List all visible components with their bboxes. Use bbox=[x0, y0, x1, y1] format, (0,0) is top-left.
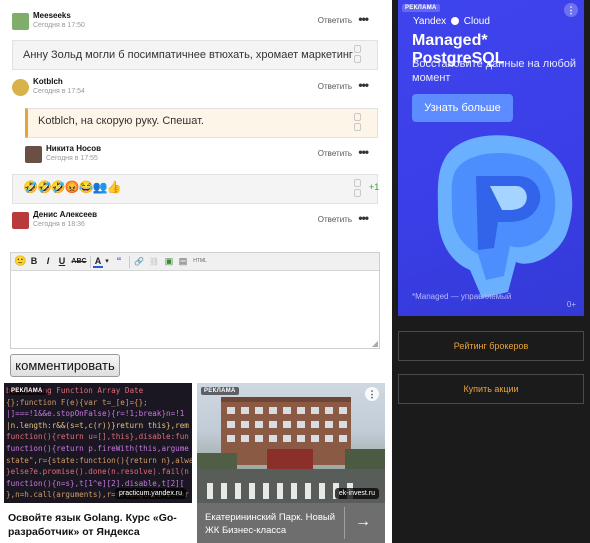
buy-stocks-button[interactable]: Купить акции bbox=[398, 374, 584, 404]
brand-name-suffix: Cloud bbox=[463, 16, 490, 27]
upvote-icon[interactable] bbox=[354, 45, 361, 53]
comment-meta: Денис Алексеев Сегодня в 18:36 Ответить … bbox=[12, 209, 378, 235]
reply-link[interactable]: Ответить bbox=[318, 16, 352, 25]
yandex-cloud-logo: Yandex Cloud bbox=[413, 16, 490, 27]
ad-menu-icon[interactable]: ⋮ bbox=[365, 387, 379, 401]
avatar[interactable] bbox=[12, 212, 29, 229]
vote-buttons bbox=[354, 179, 363, 199]
bold-button[interactable]: B bbox=[29, 255, 39, 268]
ad-card-golang[interactable]: ber String Function Array Date {};functio… bbox=[4, 383, 192, 543]
underline-button[interactable]: U bbox=[57, 255, 67, 268]
code-line: function(){return p.fireWith(this,argume bbox=[6, 443, 189, 453]
strikethrough-button[interactable]: ABC bbox=[71, 255, 87, 268]
more-options-icon[interactable]: ••• bbox=[358, 145, 369, 159]
comment-text: Анну Зольд могли б посимпатичнее втюхать… bbox=[23, 49, 353, 61]
link-icon[interactable]: 🔗 bbox=[133, 255, 145, 268]
code-line: {};function F(e){var t=_[e]={}; bbox=[6, 397, 148, 407]
ad-title: Освойте язык Golang. Курс «Go-разработчи… bbox=[8, 512, 177, 538]
comment-editor: 🙂 B I U ABC A ▾ “ 🔗 ⛓ ▣ ▤ HTML ◢ bbox=[10, 252, 380, 349]
ad-label: РЕКЛАМА bbox=[402, 4, 440, 12]
comments-column: Meeseeks Сегодня в 17:50 Ответить ••• Ан… bbox=[0, 0, 392, 543]
comment-author[interactable]: Meeseeks bbox=[33, 11, 71, 20]
code-line: }else?e.promise().done(n.resolve).fail(n bbox=[6, 467, 189, 477]
broker-rating-button[interactable]: Рейтинг брокеров bbox=[398, 331, 584, 361]
arrow-right-icon[interactable]: → bbox=[355, 513, 371, 531]
sidebar: РЕКЛАМА ⋮ Yandex Cloud Managed* PostgreS… bbox=[392, 0, 590, 543]
cloud-logo-icon bbox=[450, 17, 459, 25]
toolbar-divider bbox=[129, 256, 130, 268]
code-line: |]===!1&&e.stopOnFalse){r=!1;break}n=!1 bbox=[6, 409, 185, 419]
ad-building-image bbox=[197, 383, 385, 503]
video-icon[interactable]: ▤ bbox=[177, 255, 189, 268]
comment-author[interactable]: Никита Носов bbox=[46, 144, 101, 153]
font-color-button[interactable]: A bbox=[93, 255, 103, 268]
more-options-icon[interactable]: ••• bbox=[358, 78, 369, 92]
upvote-icon[interactable] bbox=[354, 113, 361, 121]
comment-text: Kotblch, на скорую руку. Спешат. bbox=[38, 115, 204, 127]
ad-source: ek-invest.ru bbox=[334, 488, 379, 499]
comment-date: Сегодня в 17:50 bbox=[33, 22, 85, 29]
comment-author[interactable]: Kotblch bbox=[33, 77, 63, 86]
quote-button[interactable]: “ bbox=[113, 255, 125, 268]
more-options-icon[interactable]: ••• bbox=[358, 211, 369, 225]
brand-name: Yandex bbox=[413, 16, 447, 27]
italic-button[interactable]: I bbox=[43, 255, 53, 268]
image-icon[interactable]: ▣ bbox=[163, 255, 175, 268]
ad-caption: Екатерининский Парк. Новый ЖК Бизнес-кла… bbox=[197, 503, 385, 543]
reply-link[interactable]: Ответить bbox=[318, 82, 352, 91]
ad-footnote: *Managed — управляемый bbox=[412, 292, 512, 301]
toolbar-divider bbox=[90, 256, 91, 268]
more-options-icon[interactable]: ••• bbox=[358, 12, 369, 26]
comment-date: Сегодня в 18:36 bbox=[33, 221, 85, 228]
code-line: |n.length:r&&(s=t,c(r))}return this},rem bbox=[6, 420, 189, 430]
resize-handle-icon[interactable]: ◢ bbox=[372, 339, 378, 348]
comment-textarea[interactable] bbox=[11, 271, 379, 348]
code-line: (r),l=Array(r);r>t;t++)n[t]&&n[t].isFunc bbox=[6, 501, 190, 503]
editor-toolbar: 🙂 B I U ABC A ▾ “ 🔗 ⛓ ▣ ▤ HTML bbox=[11, 253, 379, 271]
ad-label: РЕКЛАМА bbox=[8, 387, 46, 395]
ad-code-image: ber String Function Array Date {};functio… bbox=[4, 383, 192, 503]
divider bbox=[344, 507, 345, 539]
chevron-down-icon[interactable]: ▾ bbox=[104, 255, 110, 268]
code-line: function(){return u=[],this},disable:fun bbox=[6, 432, 189, 442]
comment-reply-body: Kotblch, на скорую руку. Спешат. bbox=[25, 108, 378, 138]
submit-comment-button[interactable]: комментировать bbox=[10, 354, 120, 377]
ad-label: РЕКЛАМА bbox=[201, 387, 239, 395]
comment-author[interactable]: Денис Алексеев bbox=[33, 210, 97, 219]
comment-body: Анну Зольд могли б посимпатичнее втюхать… bbox=[12, 40, 378, 70]
comment-emojis: 🤣🤣🤣😡😂👥👍 bbox=[23, 180, 122, 194]
html-button[interactable]: HTML bbox=[192, 255, 208, 268]
comment-meta: Meeseeks Сегодня в 17:50 Ответить ••• bbox=[12, 10, 378, 36]
smile-icon[interactable]: 🙂 bbox=[14, 255, 26, 268]
comment-date: Сегодня в 17:54 bbox=[33, 88, 85, 95]
ad-source: practicum.yandex.ru bbox=[114, 488, 186, 499]
avatar[interactable] bbox=[12, 79, 29, 96]
comment-score: +1 bbox=[369, 182, 380, 192]
vote-buttons bbox=[354, 113, 363, 133]
vote-buttons bbox=[354, 45, 363, 65]
ad-subtitle: Восстановите данные на любой момент bbox=[412, 58, 577, 84]
ad-title: Екатерининский Парк. Новый ЖК Бизнес-кла… bbox=[205, 512, 336, 536]
ad-menu-icon[interactable]: ⋮ bbox=[564, 3, 578, 17]
reply-link[interactable]: Ответить bbox=[318, 149, 352, 158]
downvote-icon[interactable] bbox=[354, 55, 361, 63]
yandex-cloud-ad[interactable]: РЕКЛАМА ⋮ Yandex Cloud Managed* PostgreS… bbox=[398, 0, 584, 316]
avatar[interactable] bbox=[12, 13, 29, 30]
comment-date: Сегодня в 17:55 bbox=[46, 155, 98, 162]
downvote-icon[interactable] bbox=[354, 123, 361, 131]
upvote-icon[interactable] bbox=[354, 179, 361, 187]
age-rating: 0+ bbox=[566, 300, 576, 309]
comment-meta: Никита Носов Сегодня в 17:55 Ответить ••… bbox=[25, 143, 378, 169]
avatar[interactable] bbox=[25, 146, 42, 163]
learn-more-button[interactable]: Узнать больше bbox=[412, 94, 513, 122]
reply-link[interactable]: Ответить bbox=[318, 215, 352, 224]
unlink-icon[interactable]: ⛓ bbox=[148, 255, 160, 268]
comment-body: 🤣🤣🤣😡😂👥👍 bbox=[12, 174, 378, 204]
comment-meta: Kotblch Сегодня в 17:54 Ответить ••• bbox=[12, 76, 378, 102]
downvote-icon[interactable] bbox=[354, 189, 361, 197]
ad-card-realty[interactable]: РЕКЛАМА ⋮ ek-invest.ru Екатерининский Па… bbox=[197, 383, 385, 543]
code-line: state",r={state:function(){return n},alw… bbox=[6, 455, 192, 465]
